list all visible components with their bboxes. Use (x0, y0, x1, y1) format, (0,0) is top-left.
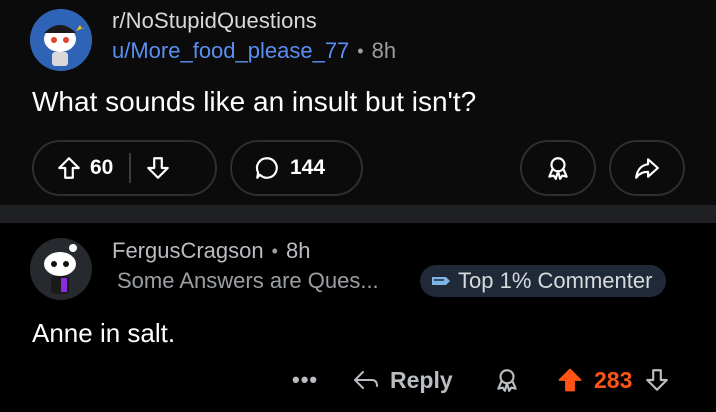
downvote-icon[interactable] (644, 367, 670, 393)
reply-arrow-icon (352, 368, 380, 392)
badge-icon (430, 271, 452, 291)
post-card: r/NoStupidQuestions u/More_food_please_7… (0, 0, 716, 205)
commenter-avatar[interactable] (30, 238, 92, 300)
badge-label: Top 1% Commenter (458, 268, 653, 293)
upvote-icon[interactable] (56, 155, 82, 181)
comment-award-button[interactable] (494, 364, 520, 396)
post-vote-count: 60 (90, 156, 114, 179)
top-commenter-badge[interactable]: Top 1% Commenter (420, 265, 667, 297)
comment-author[interactable]: FergusCragson (112, 238, 264, 264)
post-title[interactable]: What sounds like an insult but isn't? (32, 86, 476, 118)
meta-dot: • (357, 40, 364, 61)
section-divider (0, 205, 716, 223)
award-icon (494, 367, 520, 393)
upvote-icon[interactable] (556, 366, 584, 394)
post-vote-control: 60 (32, 140, 217, 196)
share-icon (634, 155, 660, 181)
share-button[interactable] (609, 140, 685, 196)
comment-meta: FergusCragson • 8h (112, 238, 310, 264)
reply-label: Reply (390, 366, 453, 393)
post-time: 8h (371, 38, 397, 63)
comment-time: 8h (285, 238, 311, 263)
award-icon (545, 155, 571, 181)
comment-count: 144 (290, 156, 326, 179)
vote-separator (129, 153, 132, 183)
snoo-avatar-icon (30, 238, 92, 300)
meta-dot: • (271, 240, 278, 261)
reply-button[interactable]: Reply (352, 364, 453, 396)
comment-bubble-icon (254, 155, 280, 181)
comment-vote-control: 283 (556, 364, 670, 396)
downvote-icon[interactable] (145, 155, 171, 181)
comment-body: Anne in salt. (32, 318, 176, 348)
post-meta: u/More_food_please_77 • 8h (112, 38, 396, 64)
comments-button[interactable]: 144 (230, 140, 363, 196)
subreddit-name[interactable]: r/NoStupidQuestions (112, 8, 317, 34)
post-author-link[interactable]: u/More_food_please_77 (112, 38, 349, 64)
user-flair: Some Answers are Ques... (117, 268, 379, 293)
subreddit-avatar[interactable] (30, 9, 92, 71)
snoo-avatar-icon (30, 9, 92, 71)
comment-score: 283 (594, 366, 633, 393)
award-button[interactable] (520, 140, 596, 196)
more-options-button[interactable]: ••• (292, 364, 318, 396)
